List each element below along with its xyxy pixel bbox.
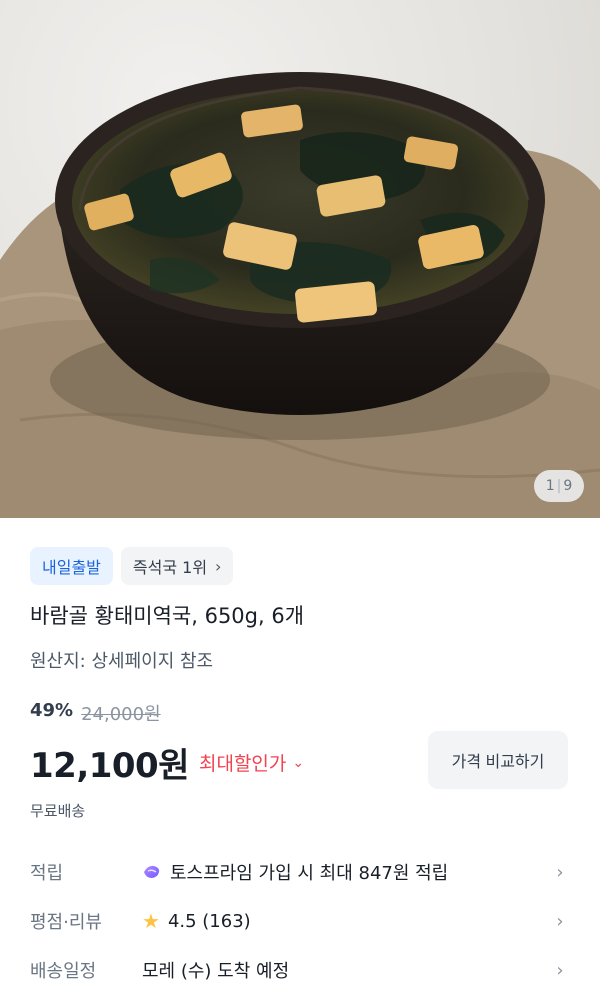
discount-info: 49% 24,000원 (30, 700, 161, 726)
image-counter: 1 | 9 (534, 470, 584, 502)
max-discount-label: 최대할인가 (198, 753, 287, 775)
chevron-right-icon: › (556, 959, 564, 981)
points-row[interactable]: 적립 토스프라임 가입 시 최대 847원 적립 › (30, 852, 570, 892)
rating-value: 4.5 (163) (167, 910, 251, 932)
points-label: 적립 (30, 863, 64, 884)
delivery-schedule-value: 모레 (수) 도착 예정 (142, 961, 290, 982)
product-origin: 원산지: 상세페이지 참조 (30, 651, 214, 672)
image-counter-separator: | (556, 478, 562, 494)
chevron-right-icon: › (556, 910, 564, 932)
price-row: 12,100원 최대할인가 ⌄ (30, 738, 304, 787)
category-rank-badge[interactable]: 즉석국 1위 › (120, 547, 234, 585)
image-counter-total: 9 (563, 478, 573, 494)
delivery-schedule-row[interactable]: 배송일정 모레 (수) 도착 예정 › (30, 950, 570, 990)
sale-price: 12,100원 (30, 746, 189, 786)
rating-label: 평점·리뷰 (30, 912, 102, 933)
price-compare-button[interactable]: 가격 비교하기 (428, 731, 568, 789)
delivery-badge: 내일출발 (30, 547, 113, 585)
shipping-info: 무료배송 (30, 802, 86, 820)
max-discount-toggle[interactable]: 최대할인가 ⌄ (199, 749, 304, 776)
points-value: 토스프라임 가입 시 최대 847원 적립 (170, 863, 449, 884)
soup-bowl-illustration (0, 72, 600, 518)
rating-value-wrap: ★ 4.5 (163) (142, 909, 550, 933)
category-rank-label: 즉석국 1위 (132, 558, 208, 577)
toss-prime-icon (144, 865, 160, 878)
badge-row: 내일출발 즉석국 1위 › (30, 547, 234, 585)
rating-row[interactable]: 평점·리뷰 ★ 4.5 (163) › (30, 901, 570, 941)
chevron-right-icon: › (215, 556, 222, 576)
image-counter-current: 1 (545, 478, 555, 494)
discount-rate: 49% (30, 700, 74, 721)
product-image[interactable]: 1 | 9 (0, 0, 600, 518)
delivery-schedule-label: 배송일정 (30, 961, 97, 982)
points-value-wrap: 토스프라임 가입 시 최대 847원 적립 (142, 859, 550, 885)
product-title: 바람골 황태미역국, 650g, 6개 (30, 604, 305, 628)
chevron-right-icon: › (556, 861, 564, 883)
original-price: 24,000원 (81, 704, 161, 725)
chevron-down-icon: ⌄ (292, 754, 305, 771)
star-icon: ★ (142, 909, 160, 933)
